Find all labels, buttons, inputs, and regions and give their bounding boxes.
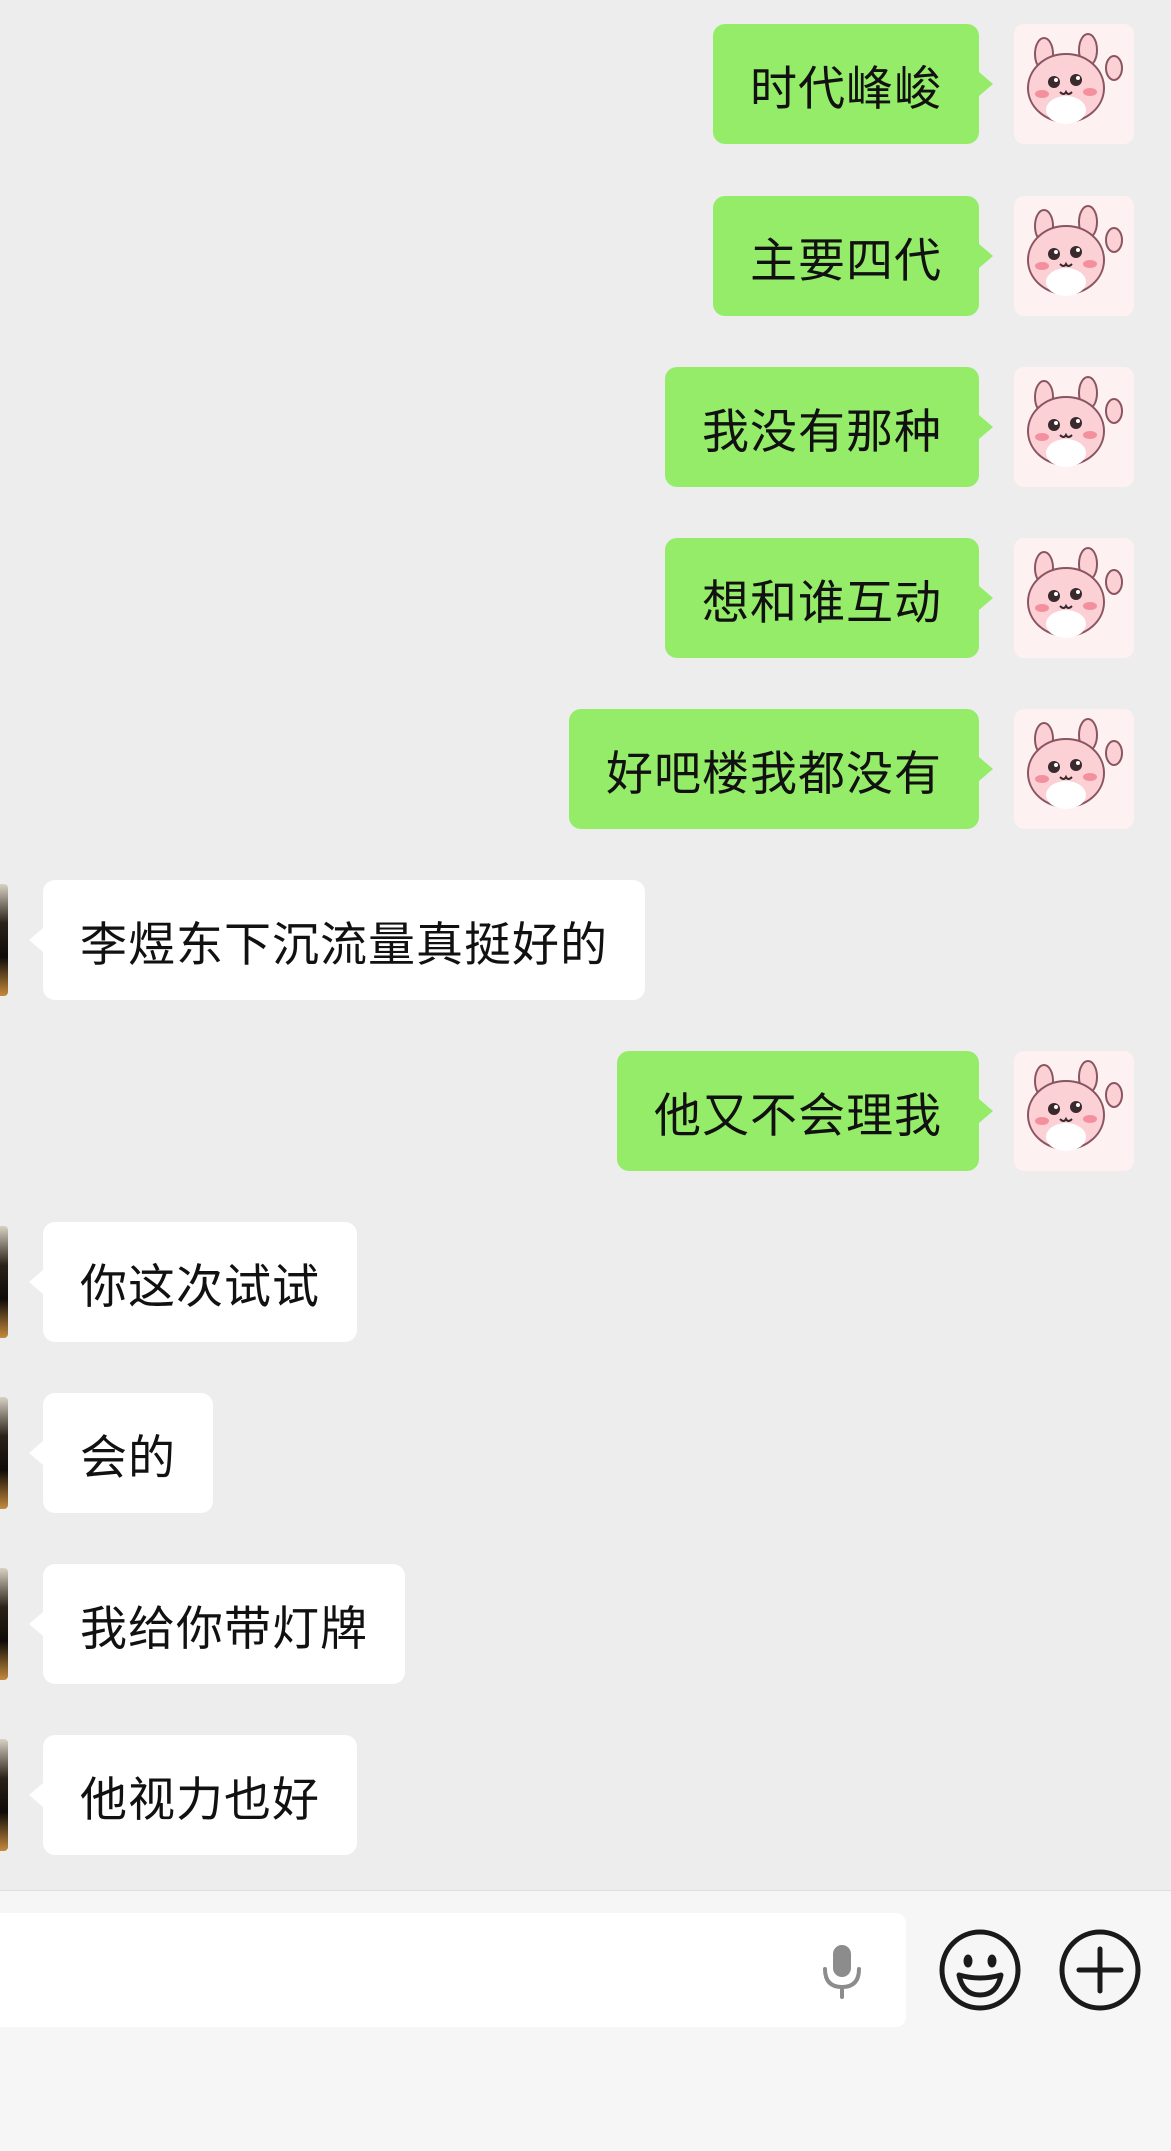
message-bubble-outgoing[interactable]: 想和谁互动 — [665, 538, 993, 658]
message-row-incoming: 他视力也好 — [0, 1735, 1171, 1855]
pink-bunny-avatar-icon — [1027, 376, 1123, 467]
emoji-icon[interactable] — [937, 1927, 1023, 2013]
message-bubble-incoming[interactable]: 我给你带灯牌 — [29, 1564, 405, 1684]
message-text: 时代峰峻 — [750, 61, 942, 117]
message-bubble-outgoing[interactable]: 好吧楼我都没有 — [569, 709, 993, 829]
message-text: 想和谁互动 — [702, 575, 942, 631]
bubble-tail — [979, 757, 993, 781]
message-text: 主要四代 — [750, 233, 942, 289]
bubble-tail — [29, 928, 43, 952]
message-row-outgoing: 主要四代 — [0, 196, 1171, 316]
my-avatar[interactable] — [1014, 709, 1134, 829]
message-text: 他又不会理我 — [654, 1088, 942, 1144]
pink-bunny-avatar-icon — [1027, 547, 1123, 638]
message-text: 你这次试试 — [80, 1259, 320, 1315]
bubble-tail — [979, 72, 993, 96]
bubble-tail — [29, 1612, 43, 1636]
bubble-tail — [979, 244, 993, 268]
message-bubble-outgoing[interactable]: 我没有那种 — [665, 367, 993, 487]
message-bubble-incoming[interactable]: 你这次试试 — [29, 1222, 357, 1342]
microphone-icon[interactable] — [816, 1941, 868, 2001]
message-row-outgoing: 想和谁互动 — [0, 538, 1171, 658]
message-bubble-outgoing[interactable]: 他又不会理我 — [617, 1051, 993, 1171]
contact-avatar[interactable] — [0, 884, 8, 996]
chat-input-bar — [0, 1890, 1171, 2151]
message-text: 好吧楼我都没有 — [606, 746, 942, 802]
my-avatar[interactable] — [1014, 1051, 1134, 1171]
message-input[interactable] — [0, 1913, 906, 2027]
contact-avatar[interactable] — [0, 1226, 8, 1338]
message-row-incoming: 你这次试试 — [0, 1222, 1171, 1342]
bubble-tail — [979, 586, 993, 610]
message-bubble-outgoing[interactable]: 时代峰峻 — [713, 24, 993, 144]
my-avatar[interactable] — [1014, 196, 1134, 316]
message-row-outgoing: 我没有那种 — [0, 367, 1171, 487]
bubble-tail — [979, 1099, 993, 1123]
message-row-incoming: 会的 — [0, 1393, 1171, 1513]
chat-message-list[interactable]: 时代峰峻 主要四代 我没有那种 想和谁互动 好吧楼我都没有 李煜东下沉流量真挺好… — [0, 0, 1171, 1890]
message-row-outgoing: 好吧楼我都没有 — [0, 709, 1171, 829]
message-text: 他视力也好 — [80, 1772, 320, 1828]
message-bubble-incoming[interactable]: 会的 — [29, 1393, 213, 1513]
my-avatar[interactable] — [1014, 367, 1134, 487]
message-row-incoming: 我给你带灯牌 — [0, 1564, 1171, 1684]
message-bubble-incoming[interactable]: 李煜东下沉流量真挺好的 — [29, 880, 645, 1000]
contact-avatar[interactable] — [0, 1568, 8, 1680]
plus-icon[interactable] — [1057, 1927, 1143, 2013]
pink-bunny-avatar-icon — [1027, 33, 1123, 124]
my-avatar[interactable] — [1014, 538, 1134, 658]
bubble-tail — [29, 1441, 43, 1465]
message-text: 李煜东下沉流量真挺好的 — [80, 917, 608, 973]
message-bubble-outgoing[interactable]: 主要四代 — [713, 196, 993, 316]
message-text: 我没有那种 — [702, 404, 942, 460]
contact-avatar[interactable] — [0, 1739, 8, 1851]
message-bubble-incoming[interactable]: 他视力也好 — [29, 1735, 357, 1855]
message-row-outgoing: 他又不会理我 — [0, 1051, 1171, 1171]
message-row-outgoing: 时代峰峻 — [0, 24, 1171, 144]
pink-bunny-avatar-icon — [1027, 1060, 1123, 1151]
bubble-tail — [979, 415, 993, 439]
bubble-tail — [29, 1270, 43, 1294]
pink-bunny-avatar-icon — [1027, 205, 1123, 296]
message-row-incoming: 李煜东下沉流量真挺好的 — [0, 880, 1171, 1000]
contact-avatar[interactable] — [0, 1397, 8, 1509]
message-text: 会的 — [80, 1430, 176, 1486]
pink-bunny-avatar-icon — [1027, 718, 1123, 809]
bubble-tail — [29, 1783, 43, 1807]
message-text: 我给你带灯牌 — [80, 1601, 368, 1657]
my-avatar[interactable] — [1014, 24, 1134, 144]
